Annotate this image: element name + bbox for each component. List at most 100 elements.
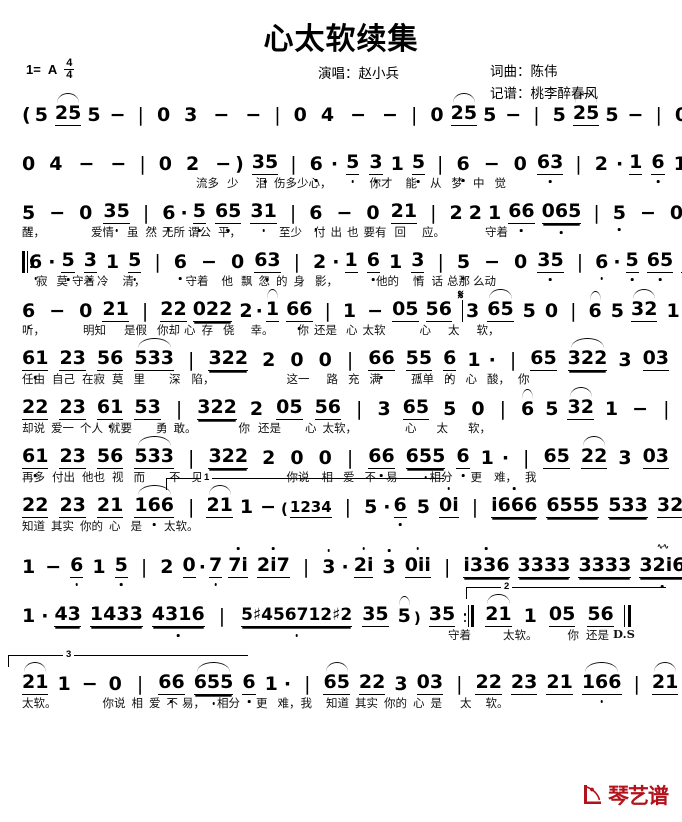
- note: 5: [443, 398, 457, 420]
- note: 3: [618, 349, 632, 371]
- barline: |: [142, 202, 150, 224]
- note-row: 61 23 56 533 | 322 2 0 0 | 66 55 6 1 · |…: [22, 338, 682, 371]
- lyric-syllable: 寂: [36, 274, 48, 288]
- lyric-syllable: 这一: [286, 372, 310, 386]
- lyric-syllable: 然: [145, 225, 158, 239]
- note-row: 1 − 6 1 5 | 2 0 · 7 7i 2i7 | 3 · 2i 3 0i…: [22, 552, 682, 578]
- lyric-syllable: 酸，: [487, 372, 510, 386]
- lyric-syllable: 你: [297, 323, 310, 337]
- note: 3: [322, 556, 336, 578]
- lyric-syllable: 你: [567, 628, 580, 642]
- note: 4: [49, 153, 63, 175]
- note: 1: [467, 349, 481, 371]
- note-hold: −: [215, 153, 232, 175]
- note-beamed: 65: [487, 289, 514, 322]
- note-beamed: 5: [114, 554, 128, 578]
- note: 5: [483, 104, 497, 126]
- note-beamed: 6: [393, 494, 407, 518]
- lyric-syllable: 清，: [122, 274, 146, 288]
- note-beamed: 43: [54, 603, 81, 627]
- barline: |: [523, 447, 530, 469]
- note-beamed: 66: [368, 445, 395, 469]
- note-hold: −: [45, 556, 62, 578]
- note-beamed: 022: [192, 298, 233, 322]
- note-beamed: 7i: [228, 554, 248, 578]
- time-signature: 4 4: [64, 58, 75, 81]
- lyric-syllable: 满: [369, 372, 382, 386]
- barline: |: [633, 673, 640, 695]
- note: 0: [514, 251, 528, 273]
- lyric-syllable: 总那: [447, 274, 470, 288]
- augmentation-dot: ·: [615, 153, 624, 175]
- note-hold: −: [639, 202, 656, 224]
- barline: |: [346, 349, 354, 371]
- note-row: 1 · 43 1433 4316 | 5♯456712♯2 35 5 ) 35 …: [22, 594, 668, 627]
- lyric-syllable: 你: [238, 421, 251, 435]
- barline: |: [410, 104, 418, 126]
- lyric-syllable: 易，: [182, 696, 205, 710]
- lyric-syllable: 太: [448, 323, 460, 337]
- note: 1: [57, 673, 71, 695]
- lyric-syllable: 再多: [22, 470, 45, 484]
- barline: |: [593, 202, 600, 224]
- augmentation-dot: ·: [383, 496, 391, 518]
- note: 2: [594, 153, 608, 175]
- lyric-syllable: 的: [444, 372, 456, 386]
- note-beamed: 0ii: [404, 554, 431, 578]
- lyric-row: 却说 爱一 个人 就要 勇 敢。 你 还是 心 太软， 心 太 软，: [22, 420, 668, 440]
- note-beamed: 61: [22, 445, 49, 469]
- note: 6: [595, 251, 609, 273]
- note: 0: [318, 447, 332, 469]
- ds-marking: D.S: [613, 627, 635, 641]
- volta-number: 3: [63, 649, 75, 660]
- note-beamed: 65: [543, 445, 570, 469]
- note: 0: [108, 673, 122, 695]
- note-hold: −: [367, 300, 384, 322]
- lyric-syllable: 莫: [56, 274, 69, 288]
- note: 1: [264, 673, 278, 695]
- lyric-syllable: 太软: [362, 323, 386, 337]
- note-hold: −: [483, 153, 500, 175]
- system-11: 2 1 · 43 1433 4316 | 5♯456712♯2 35 5 ) 3…: [0, 581, 682, 661]
- note-beamed: 6: [366, 249, 380, 273]
- note-beamed: 35: [103, 200, 130, 224]
- lyric-syllable: 难，: [494, 470, 517, 484]
- note-beamed: 1: [629, 151, 643, 175]
- lyric-syllable: 要有: [363, 225, 387, 239]
- key-value: A: [47, 62, 58, 77]
- barline: |: [575, 153, 582, 175]
- lyric-syllable: 伤多少: [274, 176, 309, 190]
- note-hold: −: [109, 104, 126, 126]
- site-logo[interactable]: 琴艺谱: [581, 780, 669, 810]
- note-beamed: 35: [362, 603, 389, 627]
- paren-close: ): [235, 153, 244, 175]
- system-1: ( 5 25 5 − | 0 3 − − | 0 4 − − | 0 25 5 …: [0, 93, 682, 149]
- note: 6: [29, 251, 43, 273]
- lyric-syllable: 心: [465, 372, 478, 386]
- barline: |: [533, 104, 540, 126]
- lyric-syllable: 知道: [326, 696, 349, 710]
- note: 2: [449, 202, 463, 224]
- note-beamed: 21: [485, 594, 512, 627]
- note-beamed: 6: [443, 347, 457, 371]
- note-hold: −: [382, 104, 398, 126]
- note-row: 6 · 5 3 1 5 | 6 − 0 63 | 2 · 1 6 1 3 | 5…: [22, 247, 682, 273]
- lyric-syllable: 幸。: [250, 323, 274, 337]
- note: 0: [22, 153, 36, 175]
- note-beamed: 32i6: [639, 554, 682, 578]
- note: 1: [673, 153, 682, 175]
- note-beamed: 655: [193, 662, 234, 695]
- note-beamed: 3333: [578, 554, 632, 578]
- note-beamed: 22: [580, 436, 608, 469]
- note: 0: [79, 300, 93, 322]
- time-denominator: 4: [66, 69, 73, 81]
- note-beamed: 0: [182, 554, 196, 578]
- lyric-syllable: 听，: [22, 323, 45, 337]
- lyric-syllable: 心: [184, 323, 196, 337]
- note-beamed: 32: [631, 289, 658, 322]
- augmentation-dot: ·: [341, 556, 349, 578]
- lyric-syllable: 他: [221, 274, 234, 288]
- note-beamed: 66: [508, 200, 535, 224]
- barline: |: [663, 398, 670, 420]
- lyric-syllable: 还是: [314, 323, 337, 337]
